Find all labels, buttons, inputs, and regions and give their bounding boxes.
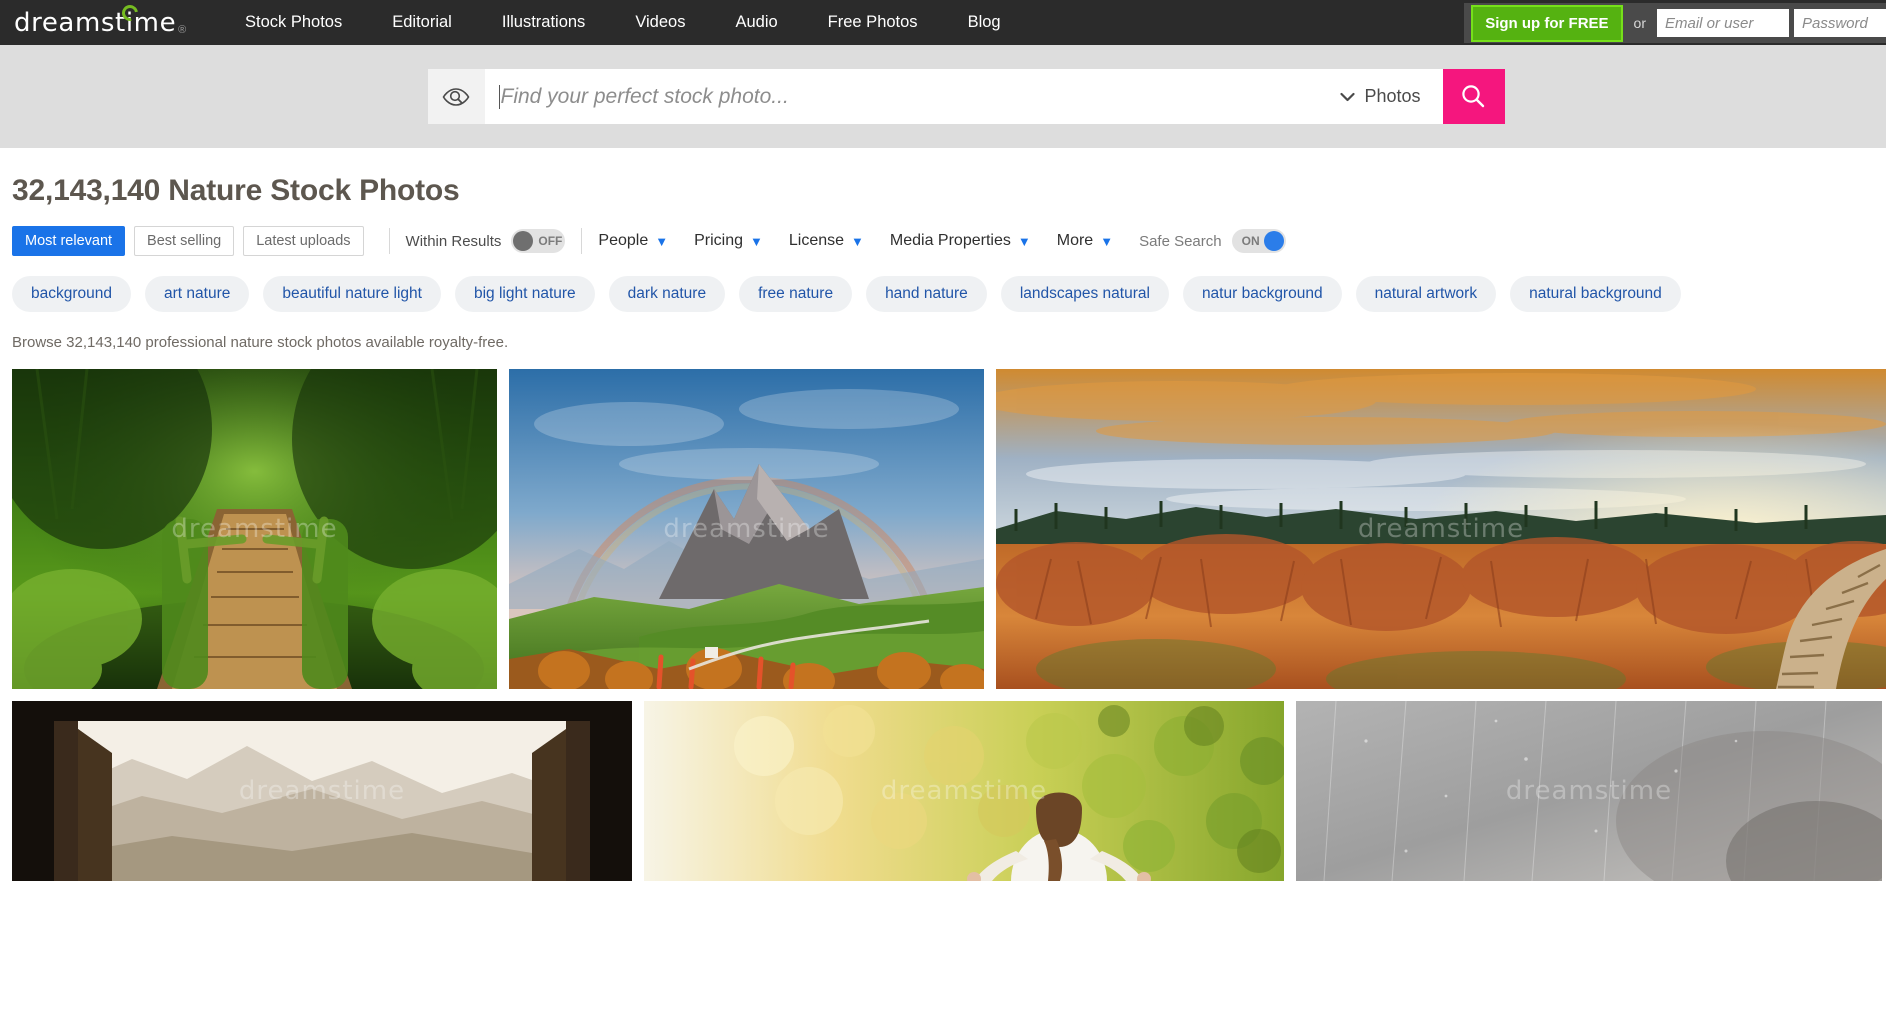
gallery-item[interactable]: dreamstime	[644, 701, 1284, 881]
tag-chip[interactable]: dark nature	[608, 276, 726, 312]
tag-chip[interactable]: free nature	[739, 276, 853, 312]
toggle-knob	[1263, 231, 1284, 251]
or-separator-label: or	[1633, 15, 1646, 31]
search-type-dropdown[interactable]: Photos	[1332, 69, 1443, 124]
tag-chip[interactable]: landscapes natural	[1000, 276, 1169, 312]
filter-toolbar: Most relevant Best selling Latest upload…	[12, 226, 1874, 256]
related-tag-chips: background art nature beautiful nature l…	[12, 276, 1874, 312]
dreamstime-logo[interactable]: dreamstime ®	[14, 1, 192, 40]
nav-item-illustrations[interactable]: Illustrations	[477, 13, 610, 32]
gallery-item[interactable]: dreamstime	[1296, 701, 1882, 881]
search-band: Find your perfect stock photo... Photos	[0, 45, 1886, 148]
browse-description: Browse 32,143,140 professional nature st…	[12, 334, 509, 351]
gallery-item[interactable]: dreamstime	[996, 369, 1886, 689]
tag-chip[interactable]: beautiful nature light	[263, 276, 441, 312]
mossy-forest-boardwalk-image	[12, 369, 497, 689]
nav-item-stock-photos[interactable]: Stock Photos	[220, 13, 367, 32]
tag-chip[interactable]: big light nature	[454, 276, 595, 312]
primary-nav-links: Stock Photos Editorial Illustrations Vid…	[220, 13, 1026, 32]
chevron-down-icon: ▼	[851, 233, 864, 249]
nav-item-editorial[interactable]: Editorial	[367, 13, 477, 32]
results-section: 32,143,140 Nature Stock Photos Most rele…	[0, 148, 1886, 881]
tag-chip[interactable]: hand nature	[866, 276, 987, 312]
nav-item-free-photos[interactable]: Free Photos	[803, 13, 943, 32]
within-results-toggle[interactable]: OFF	[511, 229, 566, 253]
sort-most-relevant[interactable]: Most relevant	[12, 226, 126, 256]
filter-more[interactable]: More ▼	[1057, 232, 1113, 250]
eye-search-icon	[442, 87, 470, 106]
logo-wordmark: dreamstime	[14, 7, 177, 38]
logo-registered-mark: ®	[178, 23, 187, 36]
nav-item-videos[interactable]: Videos	[610, 13, 710, 32]
signup-button[interactable]: Sign up for FREE	[1471, 4, 1623, 42]
toolbar-divider-2	[581, 228, 583, 254]
image-results-grid: dreamstime dreamstime dreamstime dreamst…	[12, 369, 1886, 881]
gallery-row-1: dreamstime dreamstime dreamstime	[12, 369, 1886, 689]
toolbar-divider-1	[388, 228, 390, 254]
chevron-down-icon: ▼	[655, 233, 669, 249]
gallery-row-2: dreamstime dreamstime dreamstime	[12, 701, 1882, 881]
auth-area: Sign up for FREE or	[1464, 3, 1886, 43]
chevron-down-icon: ▼	[1100, 233, 1114, 249]
autumn-moorland-boardwalk-image	[996, 369, 1886, 689]
filter-license-label: License	[788, 232, 845, 249]
nav-item-audio[interactable]: Audio	[710, 13, 802, 32]
sort-best-selling[interactable]: Best selling	[134, 226, 235, 256]
gallery-item[interactable]: dreamstime	[12, 369, 497, 689]
safe-search-toggle[interactable]: ON	[1231, 229, 1286, 253]
gallery-item[interactable]: dreamstime	[509, 369, 984, 689]
chevron-down-icon	[1340, 92, 1356, 101]
search-input-wrapper[interactable]: Find your perfect stock photo...	[484, 69, 1333, 124]
sort-latest-uploads[interactable]: Latest uploads	[243, 226, 364, 256]
chevron-down-icon: ▼	[1017, 233, 1031, 249]
visual-search-button[interactable]	[427, 69, 485, 124]
search-type-label: Photos	[1364, 86, 1421, 106]
girl-in-sunlight-image	[644, 701, 1284, 881]
tag-chip[interactable]: art nature	[145, 276, 250, 312]
gallery-item[interactable]: dreamstime	[12, 701, 632, 881]
toggle-knob	[513, 231, 534, 251]
filter-media-properties[interactable]: Media Properties ▼	[890, 232, 1031, 250]
tag-chip[interactable]: natur background	[1182, 276, 1342, 312]
misty-grey-scene-image	[1296, 701, 1882, 881]
safe-search-label: Safe Search	[1139, 232, 1222, 250]
search-submit-button[interactable]	[1442, 69, 1505, 124]
filter-license[interactable]: License ▼	[789, 232, 864, 250]
tag-chip[interactable]: background	[12, 276, 132, 312]
search-icon	[1462, 85, 1485, 108]
search-input[interactable]: Find your perfect stock photo...	[501, 85, 789, 109]
nav-item-blog[interactable]: Blog	[943, 13, 1026, 32]
tag-chip[interactable]: natural background	[1510, 276, 1681, 312]
chevron-down-icon: ▼	[750, 233, 763, 249]
within-results-label: Within Results	[405, 232, 502, 250]
text-caret	[498, 84, 500, 109]
filter-media-properties-label: Media Properties	[889, 232, 1011, 249]
filter-pricing-label: Pricing	[694, 232, 743, 249]
page-title: 32,143,140 Nature Stock Photos	[12, 174, 460, 207]
filter-more-label: More	[1056, 232, 1094, 249]
search-box: Find your perfect stock photo... Photos	[427, 69, 1505, 124]
mountain-rainbow-image	[509, 369, 984, 689]
filter-pricing[interactable]: Pricing ▼	[694, 232, 763, 250]
tag-chip[interactable]: natural artwork	[1355, 276, 1497, 312]
email-field[interactable]	[1657, 9, 1789, 37]
password-field[interactable]	[1794, 9, 1886, 37]
safe-search-state: ON	[1241, 234, 1260, 248]
within-results-state: OFF	[538, 234, 563, 248]
filter-people[interactable]: People ▼	[598, 232, 668, 250]
filter-people-label: People	[598, 232, 649, 249]
open-window-mountains-image	[12, 701, 632, 881]
top-navigation-bar: dreamstime ® Stock Photos Editorial Illu…	[0, 0, 1886, 45]
